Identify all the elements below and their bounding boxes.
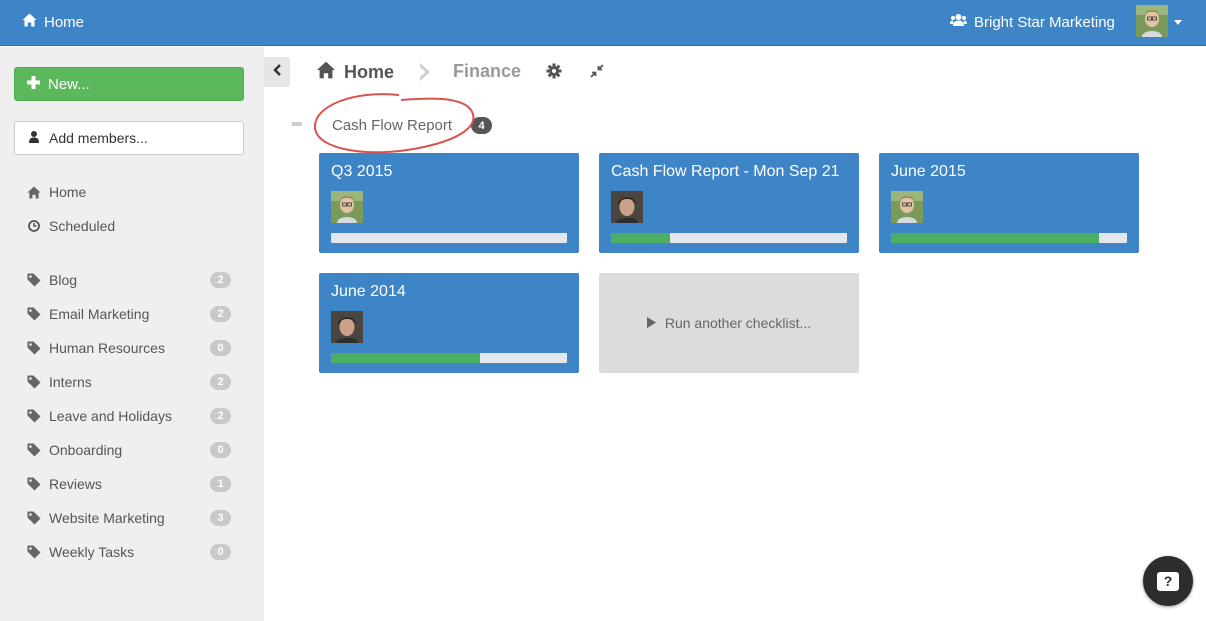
checklist-title: Cash Flow Report - Mon Sep 21 [611,163,840,180]
collapse-sidebar-button[interactable] [264,57,290,87]
add-members-button[interactable]: Add members... [14,121,244,155]
checklist-title: June 2015 [891,163,966,180]
tag-count-badge: 1 [210,476,231,492]
checklist-title: Q3 2015 [331,163,393,180]
sidebar-item-label: Home [49,184,87,200]
tag-label: Human Resources [49,340,165,356]
checklist-card[interactable]: Cash Flow Report - Mon Sep 21 [599,153,859,253]
sidebar-tag-human-resources[interactable]: Human Resources 0 [26,338,236,358]
breadcrumb-home[interactable]: Home [316,60,394,84]
new-button-label: New... [48,75,90,93]
new-button[interactable]: New... [14,67,244,101]
tag-icon [26,408,42,424]
sidebar-tag-onboarding[interactable]: Onboarding 0 [26,440,236,460]
tag-label: Leave and Holidays [49,408,172,424]
breadcrumb-current[interactable]: Finance [453,61,521,82]
home-icon [26,184,42,200]
organization-label: Bright Star Marketing [974,13,1115,31]
play-icon [646,315,656,331]
tag-count-badge: 2 [210,306,231,322]
gear-icon[interactable] [546,63,562,84]
top-home-label: Home [44,13,85,31]
add-members-label: Add members... [49,130,148,146]
tag-label: Blog [49,272,78,288]
sidebar-item-label: Scheduled [49,218,116,234]
top-home-link[interactable]: Home [22,12,84,32]
tag-count-badge: 0 [210,544,231,560]
checklist-card[interactable]: June 2015 [879,153,1139,253]
sidebar-tag-website-marketing[interactable]: Website Marketing 3 [26,508,236,528]
top-navbar: Home Bright Star Marketing [0,0,1206,46]
sidebar-tag-reviews[interactable]: Reviews 1 [26,474,236,494]
collapse-group-button[interactable] [292,122,302,126]
chevron-left-icon [273,63,281,81]
tag-label: Reviews [49,476,102,492]
tag-count-badge: 0 [210,442,231,458]
tag-icon [26,510,42,526]
plus-icon [27,75,40,93]
sidebar-tag-interns[interactable]: Interns 2 [26,372,236,392]
tag-count-badge: 0 [210,340,231,356]
checklist-card[interactable]: June 2014 [319,273,579,373]
assignee-avatar [331,311,363,343]
sidebar-tag-blog[interactable]: Blog 2 [26,270,236,290]
run-another-checklist-button[interactable]: Run another checklist... [599,273,859,373]
help-button[interactable]: ? [1143,556,1193,606]
home-icon [316,61,336,84]
tag-label: Email Marketing [49,306,150,322]
tag-count-badge: 3 [210,510,231,526]
sidebar-tag-leave-and-holidays[interactable]: Leave and Holidays 2 [26,406,236,426]
progress-bar [331,353,567,363]
help-label: ? [1163,573,1173,589]
run-another-label: Run another checklist... [664,315,812,331]
help-icon: ? [1157,571,1179,591]
tag-count-badge: 2 [210,408,231,424]
assignee-avatar [611,191,643,223]
tag-icon [26,442,42,458]
user-menu-button[interactable] [1136,5,1182,37]
breadcrumb-home-label: Home [344,61,395,82]
tag-icon [26,340,42,356]
users-icon [950,13,967,31]
tag-icon [26,476,42,492]
compress-icon[interactable] [590,64,604,83]
clock-icon [26,218,42,234]
tag-label: Onboarding [49,442,123,458]
sidebar-item-home[interactable]: Home [26,182,236,202]
home-icon [22,13,37,31]
assignee-avatar [891,191,923,223]
progress-bar [891,233,1127,243]
user-avatar [1136,5,1168,37]
tag-label: Website Marketing [49,510,165,526]
assignee-avatar [331,191,363,223]
progress-bar [611,233,847,243]
tag-icon [26,306,42,322]
tag-icon [26,544,42,560]
tag-count-badge: 2 [210,272,231,288]
tag-label: Interns [49,374,92,390]
organization-link[interactable]: Bright Star Marketing [950,12,1115,32]
tag-icon [26,272,42,288]
sidebar: New... Add members... Home Scheduled Blo… [0,47,264,621]
caret-down-icon [1174,12,1182,30]
tag-label: Weekly Tasks [49,544,135,560]
sidebar-tag-weekly-tasks[interactable]: Weekly Tasks 0 [26,542,236,562]
checklist-card[interactable]: Q3 2015 [319,153,579,253]
sidebar-item-scheduled[interactable]: Scheduled [26,216,236,236]
progress-bar [331,233,567,243]
user-icon [29,130,39,146]
breadcrumb-separator-icon [418,62,432,87]
tag-icon [26,374,42,390]
tag-count-badge: 2 [210,374,231,390]
sidebar-tag-email-marketing[interactable]: Email Marketing 2 [26,304,236,324]
checklist-title: June 2014 [331,283,406,300]
